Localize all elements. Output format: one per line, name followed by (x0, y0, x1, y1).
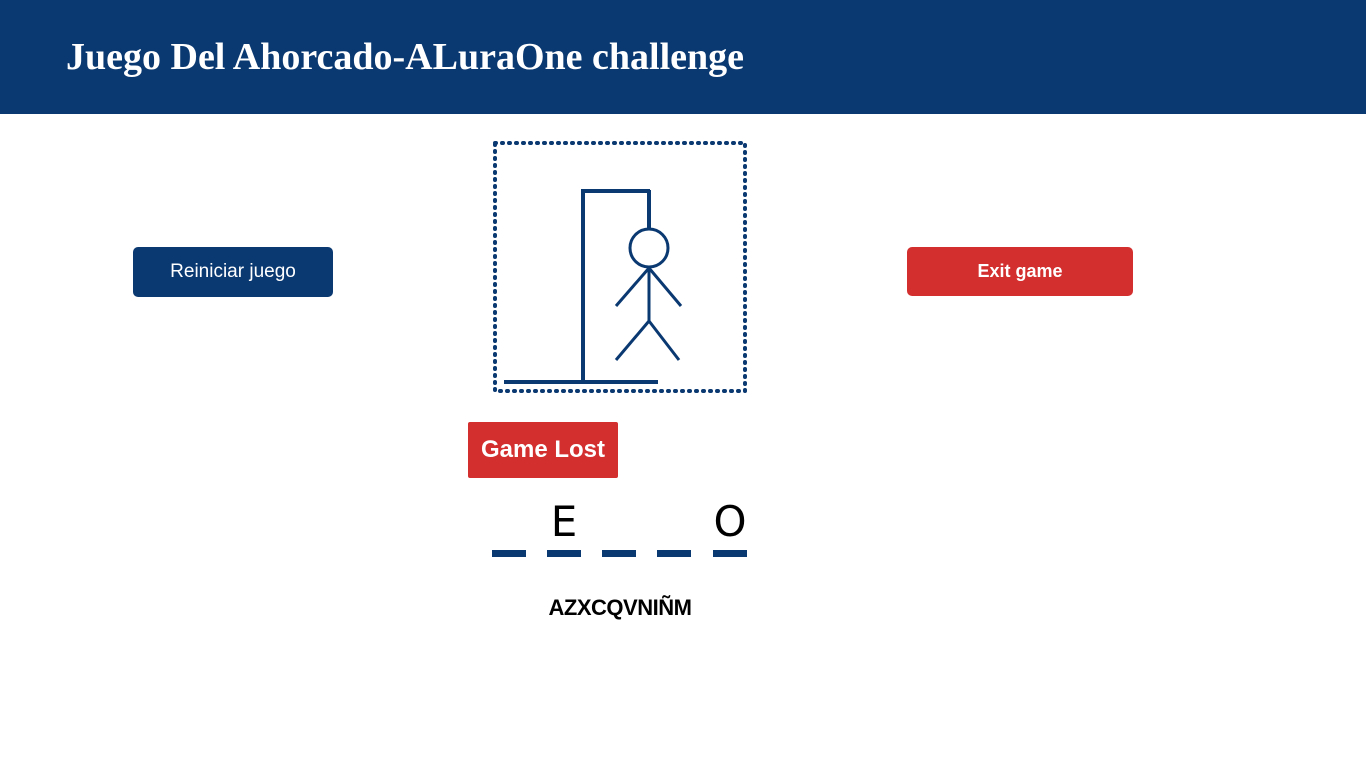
game-status-badge: Game Lost (468, 422, 618, 478)
word-slots: E O (492, 494, 752, 560)
slot-letter: E (550, 497, 578, 546)
restart-game-button[interactable]: Reiniciar juego (133, 247, 333, 297)
hangman-drawing (492, 140, 748, 394)
slot-letter (602, 496, 636, 548)
letter-slot: E (547, 494, 581, 558)
slot-letter (657, 496, 691, 548)
hangman-left-leg (614, 320, 651, 361)
page-title: Juego Del Ahorcado-ALuraOne challenge (66, 36, 745, 78)
slot-underline (492, 550, 526, 557)
exit-game-button[interactable]: Exit game (907, 247, 1133, 296)
hangman-right-arm (647, 267, 683, 307)
slot-letter: O (713, 497, 747, 546)
app-header: Juego Del Ahorcado-ALuraOne challenge (0, 0, 1366, 114)
slot-underline (657, 550, 691, 557)
letter-slot (602, 494, 636, 558)
slot-underline (713, 550, 747, 557)
letter-slot (492, 494, 526, 558)
slot-underline (602, 550, 636, 557)
hangman-right-leg (647, 320, 681, 361)
wrong-letters: AZXCQVNIÑM (548, 595, 692, 620)
letter-slot: O (713, 494, 747, 558)
slot-letter (492, 496, 526, 548)
hangman-head (628, 227, 670, 269)
slot-underline (547, 550, 581, 557)
hangman-left-arm (614, 267, 651, 307)
letter-slot (657, 494, 691, 558)
